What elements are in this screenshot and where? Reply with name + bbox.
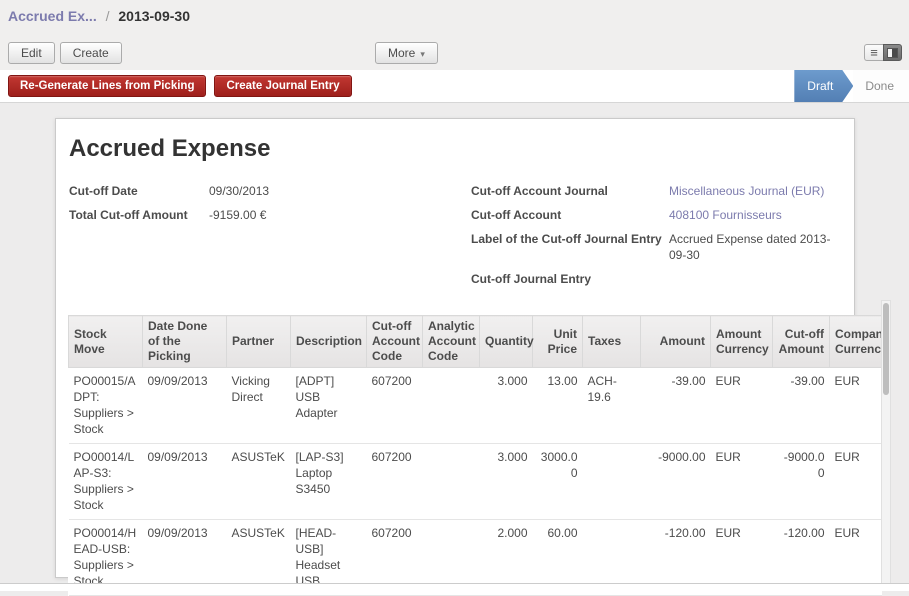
status-bar: Draft Done bbox=[794, 70, 909, 102]
field-label: Cut-off Account bbox=[471, 207, 669, 223]
regenerate-lines-button[interactable]: Re-Generate Lines from Picking bbox=[8, 75, 206, 97]
field-cutoff-journal-entry: Cut-off Journal Entry bbox=[471, 271, 843, 287]
top-bar: Accrued Ex... / 2013-09-30 Edit Create M… bbox=[0, 0, 909, 70]
column-header[interactable]: Analytic Account Code bbox=[423, 316, 480, 368]
status-draft: Draft bbox=[794, 70, 853, 102]
table-cell[interactable]: [LAP-S3] Laptop S3450 bbox=[291, 444, 367, 520]
table-cell[interactable]: 13.00 bbox=[533, 368, 583, 444]
form-view-icon bbox=[887, 48, 898, 58]
field-group-left: Cut-off Date 09/30/2013 Total Cut-off Am… bbox=[69, 183, 409, 231]
table-cell[interactable]: EUR bbox=[711, 368, 773, 444]
table-cell[interactable]: ASUSTeK bbox=[227, 444, 291, 520]
table-cell[interactable]: Vicking Direct bbox=[227, 368, 291, 444]
footer-strip bbox=[0, 583, 909, 591]
table-cell[interactable] bbox=[423, 368, 480, 444]
table-cell[interactable]: 09/09/2013 bbox=[143, 368, 227, 444]
table-cell[interactable]: 3.000 bbox=[480, 368, 533, 444]
table-cell[interactable] bbox=[583, 444, 641, 520]
action-bar: Re-Generate Lines from Picking Create Jo… bbox=[0, 70, 909, 103]
breadcrumb-parent[interactable]: Accrued Ex... bbox=[8, 8, 97, 24]
field-journal-entry-label: Label of the Cut-off Journal Entry Accru… bbox=[471, 231, 843, 263]
caret-down-icon: ▾ bbox=[420, 49, 425, 59]
table-cell[interactable]: EUR bbox=[830, 444, 882, 520]
journal-entry-label-value: Accrued Expense dated 2013-09-30 bbox=[669, 231, 834, 263]
column-header[interactable]: Unit Price bbox=[533, 316, 583, 368]
table-cell[interactable]: -9000.00 bbox=[773, 444, 830, 520]
lines-table-container: Stock MoveDate Done of the PickingPartne… bbox=[68, 315, 881, 596]
field-label: Cut-off Account Journal bbox=[471, 183, 669, 199]
table-cell[interactable]: 3.000 bbox=[480, 444, 533, 520]
total-cutoff-amount-value: -9159.00 € bbox=[209, 207, 374, 223]
column-header[interactable]: Stock Move bbox=[69, 316, 143, 368]
cutoff-date-value: 09/30/2013 bbox=[209, 183, 374, 199]
lines-table: Stock MoveDate Done of the PickingPartne… bbox=[68, 315, 882, 596]
cutoff-journal-entry-value bbox=[669, 271, 834, 287]
field-label: Cut-off Journal Entry bbox=[471, 271, 669, 287]
table-cell[interactable]: 09/09/2013 bbox=[143, 444, 227, 520]
table-cell[interactable]: EUR bbox=[830, 368, 882, 444]
table-row[interactable]: PO00014/LAP-S3: Suppliers > Stock09/09/2… bbox=[69, 444, 882, 520]
field-group-right: Cut-off Account Journal Miscellaneous Jo… bbox=[471, 183, 843, 295]
field-label: Label of the Cut-off Journal Entry bbox=[471, 231, 669, 263]
table-cell[interactable]: EUR bbox=[711, 444, 773, 520]
table-cell[interactable]: 3000.00 bbox=[533, 444, 583, 520]
table-cell[interactable]: ACH-19.6 bbox=[583, 368, 641, 444]
breadcrumb-current: 2013-09-30 bbox=[118, 8, 190, 24]
table-cell[interactable] bbox=[423, 444, 480, 520]
column-header[interactable]: Cut-off Amount bbox=[773, 316, 830, 368]
more-button[interactable]: More ▾ bbox=[375, 42, 438, 64]
column-header[interactable]: Description bbox=[291, 316, 367, 368]
field-cutoff-account-journal: Cut-off Account Journal Miscellaneous Jo… bbox=[471, 183, 843, 199]
edit-button[interactable]: Edit bbox=[8, 42, 55, 64]
table-cell[interactable]: 607200 bbox=[367, 444, 423, 520]
table-cell[interactable]: -39.00 bbox=[773, 368, 830, 444]
create-journal-entry-button[interactable]: Create Journal Entry bbox=[214, 75, 351, 97]
column-header[interactable]: Amount Currency bbox=[711, 316, 773, 368]
breadcrumb: Accrued Ex... / 2013-09-30 bbox=[8, 8, 190, 24]
cutoff-account-journal-link[interactable]: Miscellaneous Journal (EUR) bbox=[669, 183, 834, 199]
table-cell[interactable]: -39.00 bbox=[641, 368, 711, 444]
column-header[interactable]: Cut-off Account Code bbox=[367, 316, 423, 368]
column-header[interactable]: Company Currency bbox=[830, 316, 882, 368]
table-cell[interactable]: PO00014/LAP-S3: Suppliers > Stock bbox=[69, 444, 143, 520]
toolbar: Edit Create bbox=[8, 42, 122, 64]
column-header[interactable]: Quantity bbox=[480, 316, 533, 368]
column-header[interactable]: Amount bbox=[641, 316, 711, 368]
create-button[interactable]: Create bbox=[60, 42, 122, 64]
list-view-icon: ≡ bbox=[870, 46, 878, 59]
field-cutoff-date: Cut-off Date 09/30/2013 bbox=[69, 183, 409, 199]
page-title: Accrued Expense bbox=[69, 135, 270, 163]
more-button-label: More bbox=[388, 46, 415, 60]
table-cell[interactable]: [ADPT] USB Adapter bbox=[291, 368, 367, 444]
view-switcher: ≡ bbox=[864, 44, 902, 61]
list-view-button[interactable]: ≡ bbox=[864, 44, 883, 61]
column-header[interactable]: Date Done of the Picking bbox=[143, 316, 227, 368]
table-body: PO00015/ADPT: Suppliers > Stock09/09/201… bbox=[69, 368, 882, 596]
field-total-cutoff-amount: Total Cut-off Amount -9159.00 € bbox=[69, 207, 409, 223]
table-cell[interactable]: 607200 bbox=[367, 368, 423, 444]
column-header[interactable]: Partner bbox=[227, 316, 291, 368]
scrollbar-thumb[interactable] bbox=[883, 303, 889, 395]
table-scrollbar[interactable] bbox=[881, 300, 891, 591]
field-label: Total Cut-off Amount bbox=[69, 207, 209, 223]
breadcrumb-separator: / bbox=[101, 8, 115, 24]
table-cell[interactable]: -9000.00 bbox=[641, 444, 711, 520]
column-header[interactable]: Taxes bbox=[583, 316, 641, 368]
table-header-row: Stock MoveDate Done of the PickingPartne… bbox=[69, 316, 882, 368]
table-cell[interactable]: PO00015/ADPT: Suppliers > Stock bbox=[69, 368, 143, 444]
field-cutoff-account: Cut-off Account 408100 Fournisseurs bbox=[471, 207, 843, 223]
cutoff-account-link[interactable]: 408100 Fournisseurs bbox=[669, 207, 834, 223]
field-label: Cut-off Date bbox=[69, 183, 209, 199]
table-row[interactable]: PO00015/ADPT: Suppliers > Stock09/09/201… bbox=[69, 368, 882, 444]
form-view-button[interactable] bbox=[883, 44, 902, 61]
status-done: Done bbox=[853, 70, 909, 102]
